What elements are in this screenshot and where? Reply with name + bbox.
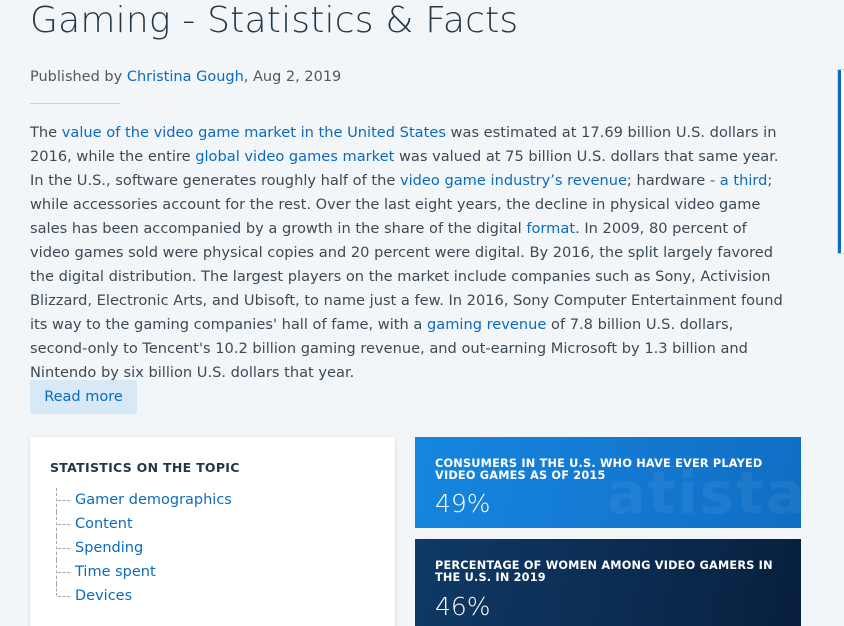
stat-label: PERCENTAGE OF WOMEN AMONG VIDEO GAMERS I… [435,559,773,584]
body-text-segment: ; hardware [626,172,710,189]
byline-prefix: Published by [30,69,127,85]
topic-list-item: Gamer demographics [56,488,232,512]
link-digital-format[interactable]: format [526,220,575,237]
stat-label: CONSUMERS IN THE U.S. WHO HAVE EVER PLAY… [435,457,763,482]
link-gaming-revenue[interactable]: gaming revenue [427,316,546,333]
topic-link-content[interactable]: Content [75,516,133,532]
article-body: The value of the video game market in th… [30,121,790,385]
title-divider [30,103,120,104]
topic-link-time-spent[interactable]: Time spent [75,564,156,580]
topic-link-spending[interactable]: Spending [75,540,143,556]
topic-list-item: Time spent [56,560,232,584]
statistics-topic-card: STATISTICS ON THE TOPIC Gamer demographi… [30,437,395,626]
link-us-video-game-market-value[interactable]: value of the video game market in the Un… [62,124,446,141]
author-link[interactable]: Christina Gough [127,69,244,85]
topic-list-item: Spending [56,536,232,560]
body-text-segment: The [30,124,62,141]
page-title: Gaming - Statistics & Facts [30,0,519,41]
side-panel-tab[interactable] [837,69,844,254]
stat-value: 49% [435,489,491,518]
publish-date: , Aug 2, 2019 [243,69,342,85]
topic-list-item: Content [56,512,232,536]
link-hardware-third[interactable]: - a third [710,172,768,189]
side-panel-accent [838,70,841,253]
stat-value: 46% [435,592,491,621]
stat-card-consumers-played[interactable]: atista CONSUMERS IN THE U.S. WHO HAVE EV… [415,437,801,528]
topic-link-gamer-demographics[interactable]: Gamer demographics [75,492,232,508]
link-video-game-industry-revenue[interactable]: video game industry’s revenue [400,172,627,189]
read-more-button[interactable]: Read more [30,380,137,414]
topic-card-heading: STATISTICS ON THE TOPIC [50,460,240,475]
link-global-video-games-market[interactable]: global video games market [195,148,394,165]
topic-list: Gamer demographics Content Spending Time… [56,488,232,608]
topic-link-devices[interactable]: Devices [75,588,132,604]
byline: Published by Christina Gough, Aug 2, 201… [30,69,341,85]
stat-card-women-gamers[interactable]: PERCENTAGE OF WOMEN AMONG VIDEO GAMERS I… [415,539,801,626]
topic-list-item: Devices [56,584,232,608]
